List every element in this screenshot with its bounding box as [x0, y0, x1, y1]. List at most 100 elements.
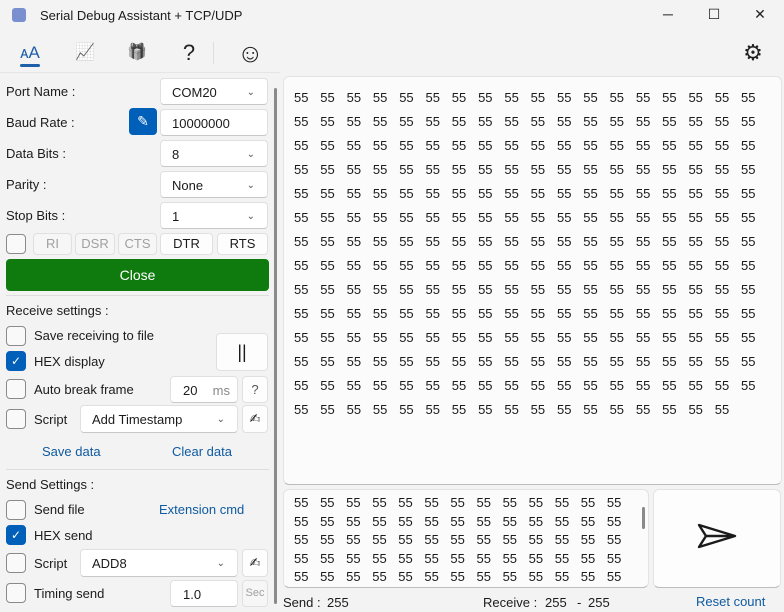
data-byte: 55	[425, 282, 440, 297]
data-byte: 55	[320, 186, 335, 201]
dtr-button[interactable]: DTR	[160, 233, 213, 255]
data-byte: 55	[294, 258, 309, 273]
break-help-button[interactable]: ?	[242, 376, 268, 403]
data-byte: 55	[714, 402, 730, 417]
toolbar-divider-line	[0, 72, 280, 73]
port-name-select[interactable]: COM20 ⌄	[160, 78, 268, 105]
timing-send-checkbox[interactable]	[6, 583, 26, 603]
data-byte: 55	[530, 114, 546, 129]
maximize-button[interactable]: ☐	[704, 6, 724, 26]
save-to-file-label: Save receiving to file	[34, 328, 154, 343]
data-byte: 55	[556, 138, 572, 153]
send-button[interactable]	[653, 489, 781, 588]
reset-count-link[interactable]: Reset count	[696, 594, 765, 609]
auto-break-label: Auto break frame	[34, 382, 134, 397]
hex-send-checkbox[interactable]: ✓	[6, 525, 26, 545]
data-byte: 55	[399, 234, 414, 249]
close-window-button[interactable]: ✕	[750, 6, 770, 26]
data-byte: 55	[504, 210, 519, 225]
data-byte: 55	[662, 330, 677, 345]
baud-rate-input[interactable]: 10000000	[160, 109, 268, 136]
data-byte: 55	[346, 282, 362, 297]
data-byte: 55	[662, 162, 677, 177]
send-script-checkbox[interactable]	[6, 553, 26, 573]
data-byte: 55	[530, 378, 546, 393]
chart-icon[interactable]: 📈	[72, 40, 98, 66]
data-byte: 55	[741, 114, 756, 129]
data-byte: 55	[609, 90, 625, 105]
rts-button[interactable]: RTS	[217, 233, 268, 255]
data-byte: 55	[688, 186, 703, 201]
receive-data-area[interactable]: 55 55 55 55 55 55 55 55 55 55 55 55 55 55 55 55 55 55 55 55…	[283, 76, 782, 485]
receive-script-checkbox[interactable]	[6, 409, 26, 429]
stop-bits-select[interactable]: 1 ⌄	[160, 202, 268, 229]
data-byte: 55	[320, 378, 335, 393]
data-byte: 55	[451, 378, 467, 393]
data-byte: 55	[294, 234, 309, 249]
data-byte: 55	[346, 378, 362, 393]
data-byte: 55	[714, 162, 730, 177]
send-data-input[interactable]: 55 55 55 55 55 55 55 55 55 55 55 55 55 5…	[294, 494, 640, 586]
data-byte: 55	[478, 234, 493, 249]
gift-icon[interactable]: 🎁	[124, 40, 150, 66]
data-byte: 55	[635, 234, 651, 249]
baud-edit-button[interactable]: ✎	[129, 108, 157, 135]
data-bits-select[interactable]: 8 ⌄	[160, 140, 268, 167]
data-byte: 55	[741, 354, 756, 369]
save-data-link[interactable]: Save data	[42, 444, 101, 459]
data-byte: 55	[425, 402, 440, 417]
extension-cmd-link[interactable]: Extension cmd	[159, 502, 244, 517]
data-byte: 55	[346, 402, 362, 417]
hex-display-checkbox[interactable]: ✓	[6, 351, 26, 371]
smiley-icon[interactable]: ☺	[237, 40, 264, 66]
send-file-checkbox[interactable]	[6, 500, 26, 520]
send-script-edit-button[interactable]: ✍	[242, 549, 268, 577]
data-byte: 55	[504, 162, 519, 177]
hex-send-label: HEX send	[34, 528, 93, 543]
check-icon: ✓	[10, 354, 22, 368]
font-icon[interactable]: ᴀA	[17, 40, 43, 66]
data-byte: 55	[714, 234, 730, 249]
divider	[6, 469, 269, 470]
data-byte: 55	[478, 114, 493, 129]
data-byte: 55	[294, 90, 309, 105]
data-byte: 55	[451, 234, 467, 249]
signals-checkbox[interactable]	[6, 234, 26, 254]
data-byte: 55	[662, 234, 677, 249]
timing-interval-input[interactable]: 1.0	[170, 580, 238, 607]
data-byte: 55	[583, 330, 598, 345]
cts-button: CTS	[118, 233, 157, 255]
parity-select[interactable]: None ⌄	[160, 171, 268, 198]
data-byte: 55	[741, 234, 756, 249]
data-byte: 55	[478, 378, 493, 393]
data-byte: 55	[478, 90, 493, 105]
data-byte: 55	[320, 90, 335, 105]
send-scrollbar[interactable]	[642, 507, 645, 529]
data-byte: 55	[662, 114, 677, 129]
data-byte: 55	[530, 234, 546, 249]
data-byte: 55	[556, 378, 572, 393]
receive-script-select[interactable]: Add Timestamp ⌄	[80, 405, 238, 433]
save-to-file-checkbox[interactable]	[6, 326, 26, 346]
clear-data-link[interactable]: Clear data	[172, 444, 232, 459]
signature-icon: ✍	[249, 555, 261, 570]
data-byte: 55	[530, 138, 546, 153]
data-byte: 55	[399, 306, 414, 321]
auto-break-checkbox[interactable]	[6, 379, 26, 399]
left-panel-scrollbar[interactable]	[274, 88, 277, 604]
minimize-button[interactable]: ─	[658, 6, 678, 26]
help-icon[interactable]: ?	[176, 40, 202, 66]
data-byte: 55	[425, 330, 440, 345]
data-byte: 55	[320, 162, 335, 177]
data-byte: 55	[399, 114, 414, 129]
close-port-button[interactable]: Close	[6, 259, 269, 291]
settings-icon[interactable]: ⚙	[740, 40, 766, 66]
data-byte: 55	[635, 90, 651, 105]
break-time-input[interactable]: 20 ms	[170, 376, 238, 403]
send-script-select[interactable]: ADD8 ⌄	[80, 549, 238, 577]
pause-button[interactable]: ||	[216, 333, 268, 371]
data-byte: 55	[635, 306, 651, 321]
data-byte: 55	[662, 138, 677, 153]
data-byte: 55	[478, 186, 493, 201]
receive-script-edit-button[interactable]: ✍	[242, 405, 268, 433]
